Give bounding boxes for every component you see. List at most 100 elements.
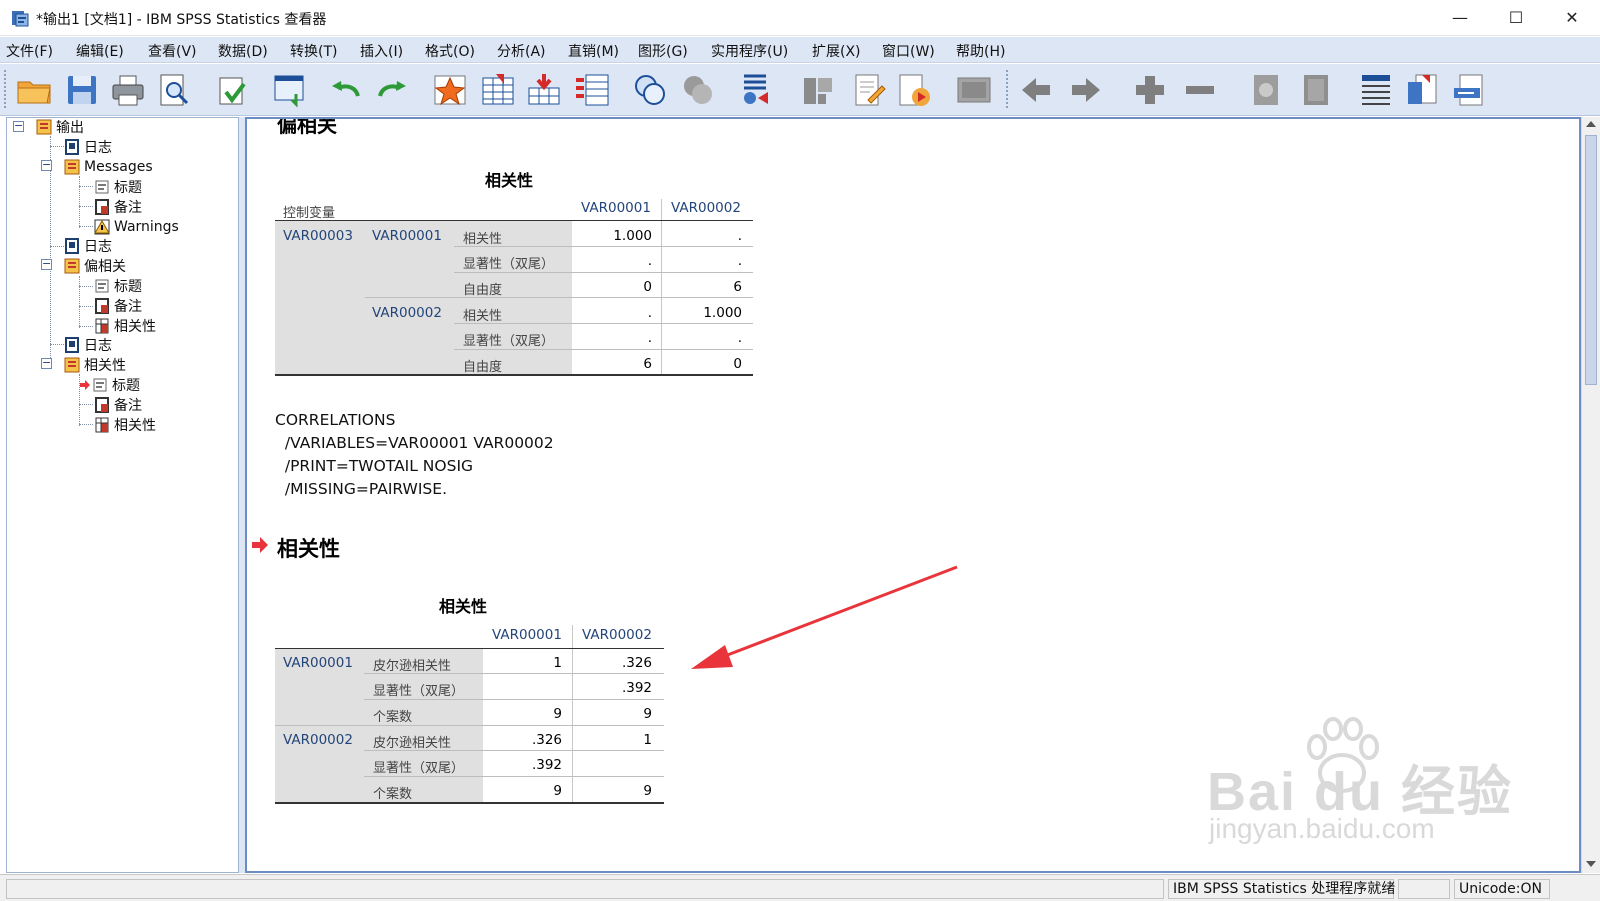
- tree-item-messages[interactable]: Messages: [63, 157, 153, 177]
- print-icon[interactable]: [108, 70, 148, 110]
- back-arrow-icon[interactable]: [1016, 70, 1056, 110]
- tree-label-messages-title: 标题: [114, 180, 142, 196]
- tree-item-corr-notes[interactable]: 备注: [93, 395, 142, 415]
- menu-help[interactable]: 帮助(H): [956, 41, 1005, 61]
- scroll-up-icon[interactable]: [1586, 121, 1596, 127]
- forward-arrow-icon[interactable]: [1066, 70, 1106, 110]
- run-script-icon[interactable]: [894, 70, 934, 110]
- menu-extensions[interactable]: 扩展(X): [812, 41, 861, 61]
- current-item-arrow-icon: [80, 380, 90, 390]
- tree-label-partial-title: 标题: [114, 279, 142, 295]
- tree-label-output: 输出: [56, 120, 84, 136]
- scroll-down-icon[interactable]: [1586, 861, 1596, 867]
- show-icon[interactable]: [1246, 70, 1286, 110]
- collapse-partial-toggle[interactable]: −: [41, 258, 52, 270]
- tree-label-messages-notes: 备注: [114, 200, 142, 216]
- warning-icon: [94, 219, 110, 235]
- menu-utilities[interactable]: 实用程序(U): [711, 41, 788, 61]
- tree-item-corr-table[interactable]: 相关性: [93, 415, 156, 435]
- insert-title-icon[interactable]: [1402, 70, 1442, 110]
- promote-icon[interactable]: [798, 70, 838, 110]
- menu-direct-marketing[interactable]: 直销(M): [568, 41, 619, 61]
- syntax-line: CORRELATIONS: [275, 411, 396, 429]
- collapse-corr-toggle[interactable]: −: [41, 357, 52, 369]
- expand-plus-icon[interactable]: [1130, 70, 1170, 110]
- goto-data-icon[interactable]: [430, 70, 470, 110]
- insert-text-icon[interactable]: [848, 70, 888, 110]
- menu-transform[interactable]: 转换(T): [290, 41, 337, 61]
- recall-dialog-icon[interactable]: [270, 70, 310, 110]
- control-variable-label: 控制变量: [283, 206, 336, 221]
- tree-item-partial-notes[interactable]: 备注: [93, 296, 142, 316]
- vertical-scrollbar[interactable]: [1581, 117, 1600, 873]
- collapse-minus-icon[interactable]: [1180, 70, 1220, 110]
- collapse-output-toggle[interactable]: −: [13, 120, 24, 132]
- menu-window[interactable]: 窗口(W): [882, 41, 935, 61]
- tree-item-correlations[interactable]: 相关性: [63, 355, 126, 375]
- menu-insert[interactable]: 插入(I): [360, 41, 403, 61]
- tree-label-messages: Messages: [84, 159, 153, 175]
- menu-analyze[interactable]: 分析(A): [497, 41, 546, 61]
- tree-item-log-2[interactable]: 日志: [63, 236, 112, 256]
- processor-status: IBM SPSS Statistics 处理程序就绪: [1168, 879, 1395, 899]
- tree-item-log-1[interactable]: 日志: [63, 137, 112, 157]
- table-cell: .: [737, 330, 742, 346]
- show-all-variables-icon[interactable]: [678, 70, 718, 110]
- goto-variable-icon[interactable]: [524, 70, 564, 110]
- tree-item-messages-title[interactable]: 标题: [93, 177, 142, 197]
- section-book-icon: [64, 258, 80, 274]
- tree-item-corr-title[interactable]: 标题: [79, 375, 140, 395]
- stat-label: 显著性（双尾）: [463, 257, 555, 272]
- table-cell: 1: [553, 655, 562, 671]
- syntax-line: /PRINT=TWOTAIL NOSIG: [275, 457, 474, 475]
- status-panel-empty: [1398, 879, 1450, 899]
- goto-case-icon[interactable]: [478, 70, 518, 110]
- undo-icon[interactable]: [326, 70, 366, 110]
- outline-pane[interactable]: − − − − 输出 日志 Messages 标题 备注 Warnings 日志…: [6, 117, 239, 873]
- use-variable-sets-icon[interactable]: [630, 70, 670, 110]
- table2-title: 相关性: [439, 597, 488, 616]
- tree-item-partial-corr[interactable]: 偏相关: [63, 256, 126, 276]
- annotation-arrow-icon: [691, 565, 958, 669]
- menu-graphs[interactable]: 图形(G): [638, 41, 688, 61]
- close-button[interactable]: ✕: [1544, 0, 1600, 36]
- full-screen-icon[interactable]: [954, 70, 994, 110]
- table-cell: 1.000: [703, 305, 742, 321]
- menu-file[interactable]: 文件(F): [6, 41, 53, 61]
- tree-item-log-3[interactable]: 日志: [63, 335, 112, 355]
- maximize-button[interactable]: ☐: [1488, 0, 1544, 36]
- title-icon: [95, 180, 109, 194]
- tree-item-partial-title[interactable]: 标题: [93, 276, 142, 296]
- minimize-button[interactable]: —: [1432, 0, 1488, 36]
- tree-item-messages-notes[interactable]: 备注: [93, 197, 142, 217]
- tree-item-warnings[interactable]: Warnings: [93, 217, 179, 237]
- collapse-messages-toggle[interactable]: −: [41, 159, 52, 171]
- export-icon[interactable]: [212, 70, 252, 110]
- tree-label-correlations: 相关性: [84, 358, 126, 374]
- save-icon[interactable]: [62, 70, 102, 110]
- menu-view[interactable]: 查看(V): [148, 41, 197, 61]
- table-cell: .326: [621, 655, 652, 671]
- control-var-label: VAR00003: [283, 228, 353, 244]
- variables-icon[interactable]: [572, 70, 612, 110]
- unicode-status: Unicode:ON: [1454, 879, 1550, 899]
- designate-window-icon[interactable]: [736, 70, 776, 110]
- stat-label: 显著性（双尾）: [373, 761, 465, 776]
- menu-format[interactable]: 格式(O): [425, 41, 475, 61]
- table-cell: 9: [643, 706, 652, 722]
- redo-icon[interactable]: [372, 70, 412, 110]
- tree-item-output[interactable]: 输出: [35, 118, 84, 137]
- table-cell: 0: [733, 356, 742, 372]
- stat-label: 相关性: [463, 232, 503, 247]
- menu-edit[interactable]: 编辑(E): [76, 41, 124, 61]
- table1-title: 相关性: [485, 171, 534, 190]
- scroll-thumb[interactable]: [1585, 135, 1597, 385]
- insert-page-break-icon[interactable]: [1450, 70, 1490, 110]
- tree-item-partial-table[interactable]: 相关性: [93, 316, 156, 336]
- menu-data[interactable]: 数据(D): [218, 41, 268, 61]
- insert-heading-icon[interactable]: [1356, 70, 1396, 110]
- hide-icon[interactable]: [1296, 70, 1336, 110]
- print-preview-icon[interactable]: [154, 70, 194, 110]
- log-icon: [65, 337, 79, 353]
- open-folder-icon[interactable]: [14, 70, 54, 110]
